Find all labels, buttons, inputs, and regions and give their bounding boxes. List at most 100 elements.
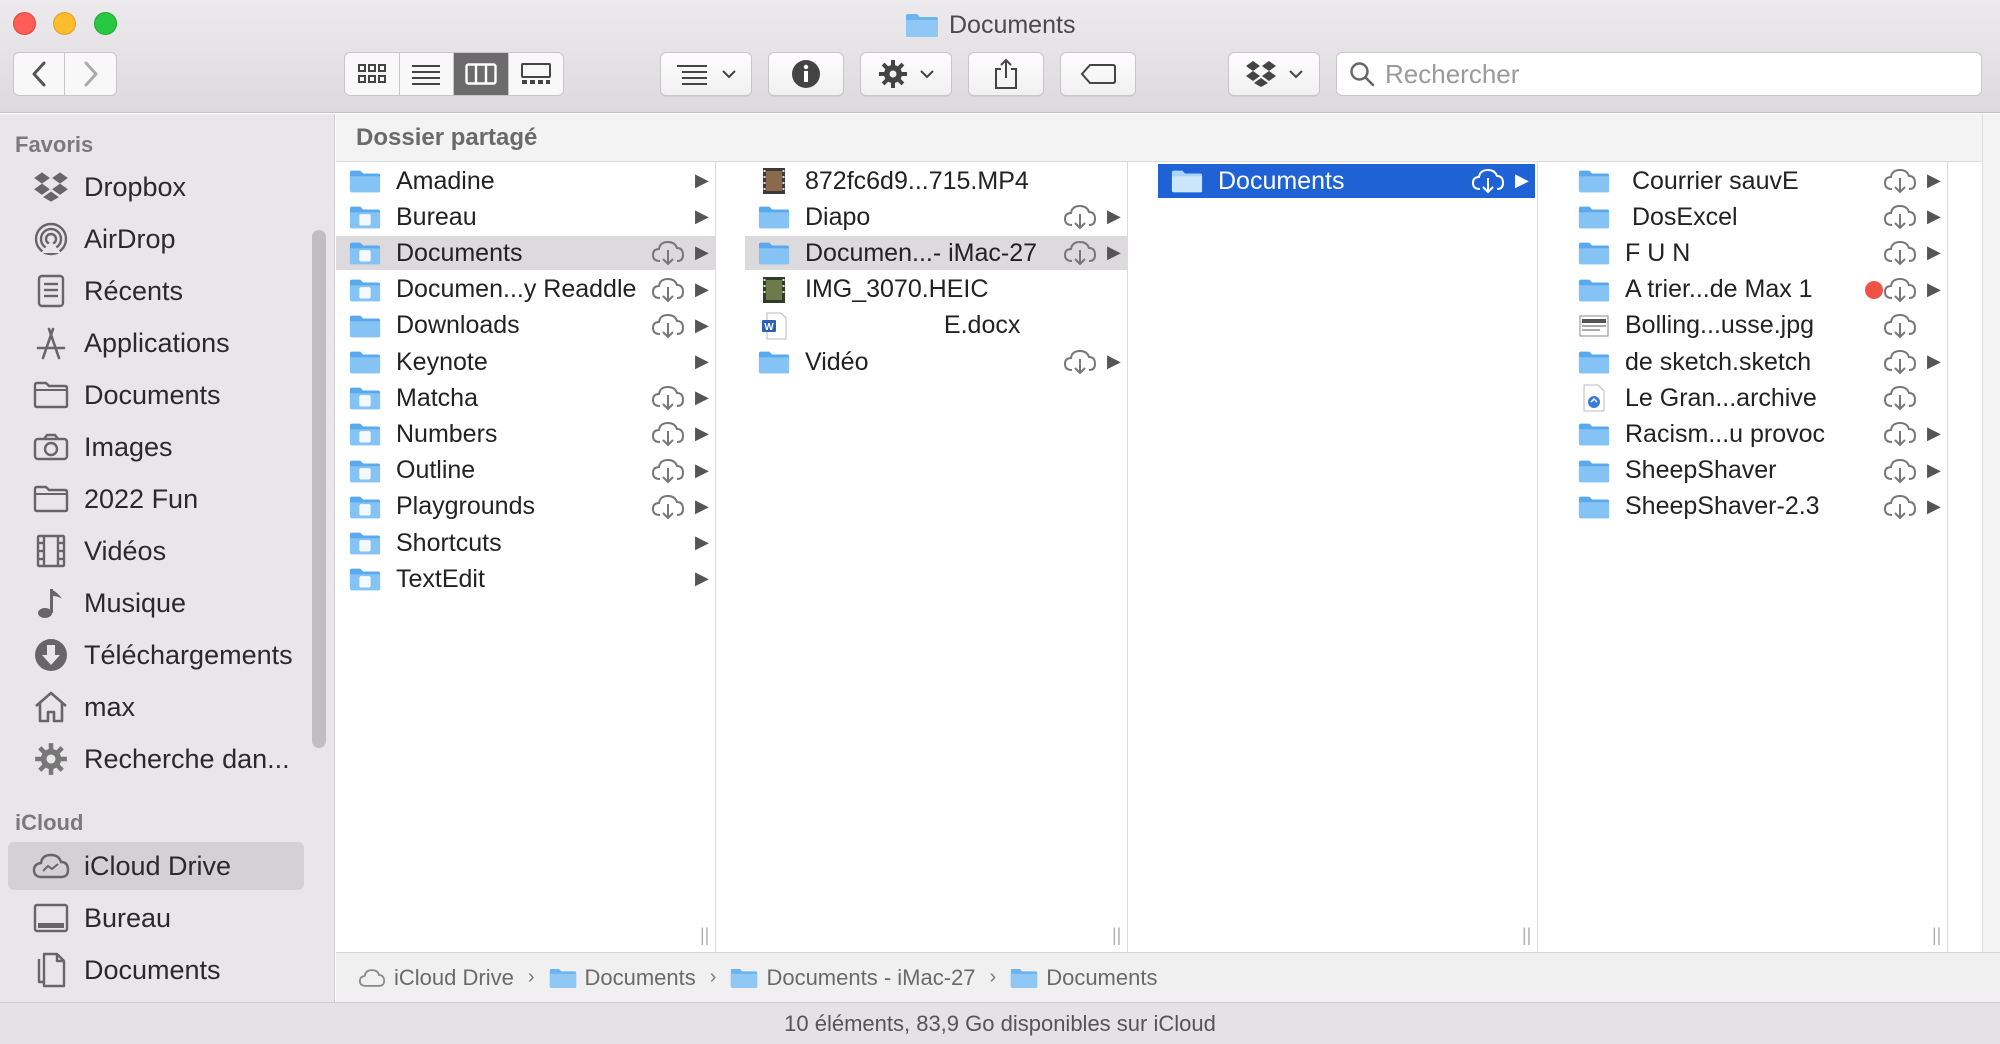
file-list-item[interactable]: Documen...- iMac-27 ▶ xyxy=(745,236,1127,271)
close-window-button[interactable] xyxy=(13,12,36,35)
folder-icon xyxy=(906,14,938,37)
get-info-button[interactable] xyxy=(768,52,844,96)
file-list-item[interactable]: SheepShaver ▶ xyxy=(1565,454,1947,488)
cloud-download-icon[interactable] xyxy=(1063,349,1097,375)
sidebar-item-documents[interactable]: Documents xyxy=(8,371,304,419)
path-bar-item-documents-current[interactable]: Documents xyxy=(1010,965,1157,991)
file-list-item[interactable]: Vidéo ▶ xyxy=(745,345,1127,379)
share-button[interactable] xyxy=(968,52,1044,96)
zoom-window-button[interactable] xyxy=(94,12,117,35)
jpg-file-icon xyxy=(1577,312,1611,340)
file-list-item[interactable]: Numbers ▶ xyxy=(336,417,715,451)
sidebar-item-downloads[interactable]: Téléchargements xyxy=(8,631,304,679)
tag-icon xyxy=(1080,64,1116,84)
gallery-view-button[interactable] xyxy=(509,53,564,95)
file-list-item[interactable]: Keynote ▶ xyxy=(336,345,715,379)
sidebar-item-recents[interactable]: Récents xyxy=(8,267,304,315)
sidebar-item-2022-fun[interactable]: 2022 Fun xyxy=(8,475,304,523)
cloud-download-icon[interactable] xyxy=(651,385,685,411)
file-list-item[interactable]: DosExcel ▶ xyxy=(1565,200,1947,234)
forward-button[interactable] xyxy=(65,53,116,95)
sidebar-item-videos[interactable]: Vidéos xyxy=(8,527,304,575)
file-list-item[interactable]: W E.docx xyxy=(745,309,1127,343)
cloud-download-icon[interactable] xyxy=(651,240,685,266)
home-icon xyxy=(32,688,70,726)
path-bar-item-icloud-drive[interactable]: iCloud Drive xyxy=(358,965,514,991)
column-resize-handle[interactable]: || xyxy=(700,925,709,946)
cloud-download-icon[interactable] xyxy=(1883,313,1917,339)
file-list-item[interactable]: Bolling...usse.jpg xyxy=(1565,309,1947,343)
path-bar-item-documents[interactable]: Documents xyxy=(549,965,696,991)
sidebar-item-music[interactable]: Musique xyxy=(8,579,304,627)
sidebar-item-dropbox[interactable]: Dropbox xyxy=(8,163,304,211)
file-list-item[interactable]: Playgrounds ▶ xyxy=(336,490,715,524)
file-list-item[interactable]: Documen...y Readdle ▶ xyxy=(336,273,715,307)
file-list-item[interactable]: TextEdit ▶ xyxy=(336,562,715,596)
cloud-download-icon[interactable] xyxy=(1883,458,1917,484)
dropbox-menu-button[interactable] xyxy=(1228,52,1320,96)
file-list-item[interactable]: Diapo ▶ xyxy=(745,200,1127,234)
file-list-item[interactable]: Racism...u provoc ▶ xyxy=(1565,417,1947,451)
cloud-download-icon[interactable] xyxy=(651,421,685,447)
cloud-download-icon[interactable] xyxy=(651,277,685,303)
sidebar-item-icloud-documents[interactable]: Documents xyxy=(8,946,304,994)
file-list-item[interactable]: IMG_3070.HEIC xyxy=(745,273,1127,307)
file-list-item[interactable]: SheepShaver-2.3 ▶ xyxy=(1565,490,1947,524)
tags-button[interactable] xyxy=(1060,52,1136,96)
file-list-item[interactable]: Amadine ▶ xyxy=(336,164,715,198)
cloud-download-icon[interactable] xyxy=(651,313,685,339)
cloud-download-icon[interactable] xyxy=(1883,385,1917,411)
sidebar-item-images[interactable]: Images xyxy=(8,423,304,471)
folder-icon xyxy=(757,239,791,267)
file-name: TextEdit xyxy=(396,564,485,593)
cloud-download-icon[interactable] xyxy=(1883,168,1917,194)
column-view-button[interactable] xyxy=(454,53,509,95)
file-list-item[interactable]: Courrier sauvE ▶ xyxy=(1565,164,1947,198)
back-button[interactable] xyxy=(14,53,66,95)
file-list-item[interactable]: Downloads ▶ xyxy=(336,309,715,343)
file-list-item[interactable]: Bureau ▶ xyxy=(336,200,715,234)
cloud-download-icon[interactable] xyxy=(1883,204,1917,230)
sidebar-item-airdrop[interactable]: AirDrop xyxy=(8,215,304,263)
list-view-button[interactable] xyxy=(400,53,454,95)
sidebar-item-smart-search[interactable]: Recherche dan... xyxy=(8,735,304,783)
folder-icon xyxy=(1577,420,1611,448)
cloud-download-icon[interactable] xyxy=(1063,240,1097,266)
cloud-download-icon[interactable] xyxy=(1883,421,1917,447)
sidebar-item-applications[interactable]: Applications xyxy=(8,319,304,367)
action-menu-button[interactable] xyxy=(860,52,952,96)
search-input[interactable] xyxy=(1385,58,1945,90)
icon-view-button[interactable] xyxy=(345,53,400,95)
sidebar-scrollbar[interactable] xyxy=(312,230,326,748)
cloud-download-icon[interactable] xyxy=(1063,204,1097,230)
minimize-window-button[interactable] xyxy=(53,12,76,35)
file-list-item[interactable]: de sketch.sketch ▶ xyxy=(1565,345,1947,379)
column-resize-handle[interactable]: || xyxy=(1522,925,1531,946)
sidebar-item-home[interactable]: max xyxy=(8,683,304,731)
cloud-download-icon[interactable] xyxy=(1883,349,1917,375)
cloud-download-icon[interactable] xyxy=(651,494,685,520)
cloud-download-icon[interactable] xyxy=(1883,240,1917,266)
column-resize-handle[interactable]: || xyxy=(1932,925,1941,946)
file-list-item[interactable]: Le Gran...archive xyxy=(1565,381,1947,415)
file-list-item[interactable]: Shortcuts ▶ xyxy=(336,526,715,560)
dropbox-icon xyxy=(1246,61,1276,87)
file-list-item[interactable]: Matcha ▶ xyxy=(336,381,715,415)
shared-folder-header: Dossier partagé xyxy=(336,114,2000,162)
file-list-item[interactable]: A trier...de Max 1 ▶ xyxy=(1565,273,1947,307)
sidebar-item-icloud-desktop[interactable]: Bureau xyxy=(8,894,304,942)
file-list-item[interactable]: F U N ▶ xyxy=(1565,236,1947,270)
file-list-item[interactable]: 872fc6d9...715.MP4 xyxy=(745,164,1127,198)
cloud-download-icon[interactable] xyxy=(1883,277,1917,303)
sidebar-item-icloud-drive[interactable]: iCloud Drive xyxy=(8,842,304,890)
file-list-item[interactable]: Documents ▶ xyxy=(1158,164,1535,198)
file-list-item[interactable]: Outline ▶ xyxy=(336,454,715,488)
group-by-button[interactable] xyxy=(660,52,752,96)
cloud-download-icon[interactable] xyxy=(1883,494,1917,520)
search-field[interactable] xyxy=(1336,52,1982,96)
path-bar-item-documents-imac[interactable]: Documents - iMac-27 xyxy=(730,965,976,991)
cloud-download-icon[interactable] xyxy=(1471,168,1505,194)
cloud-download-icon[interactable] xyxy=(651,458,685,484)
column-resize-handle[interactable]: || xyxy=(1112,925,1121,946)
file-list-item[interactable]: Documents ▶ xyxy=(336,236,715,271)
